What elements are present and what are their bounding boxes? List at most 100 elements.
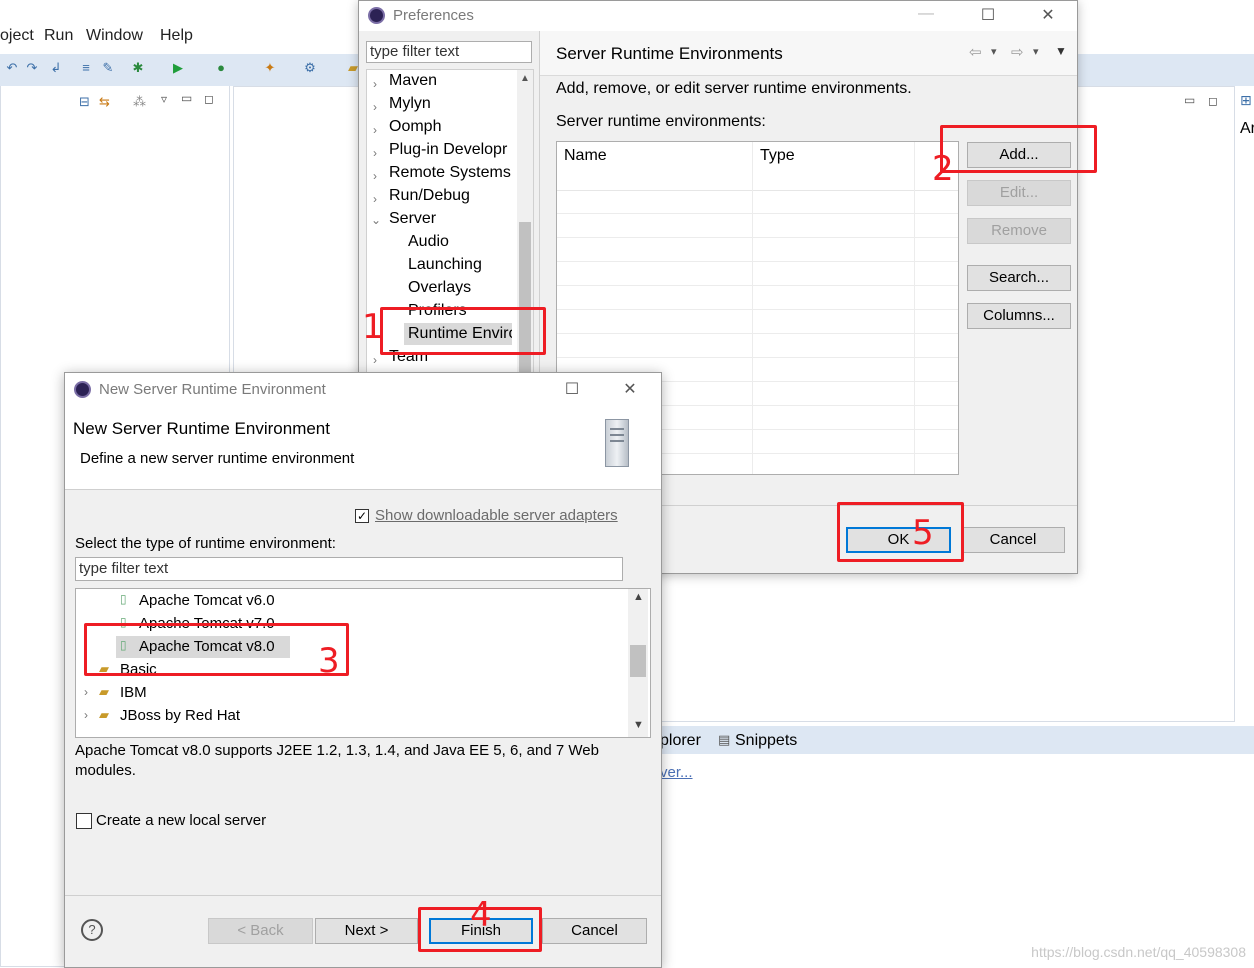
annotation-number-4: 4 — [470, 895, 492, 935]
show-adapters-checkbox[interactable]: ✓ — [355, 509, 369, 523]
back-arrow-icon[interactable]: ⇦ — [969, 43, 982, 61]
annotation-number-5: 5 — [912, 513, 934, 553]
maximize-icon[interactable]: ☐ — [557, 379, 587, 399]
preferences-cancel-button[interactable]: Cancel — [961, 527, 1065, 553]
tree-item-server[interactable]: Server — [389, 210, 436, 228]
chevron-right-icon[interactable]: › — [84, 708, 88, 722]
redo-icon[interactable]: ↷ — [24, 60, 40, 76]
help-icon[interactable]: ? — [81, 919, 103, 941]
toolbar-list-icon[interactable]: ≡ — [78, 60, 94, 76]
chevron-right-icon[interactable]: › — [373, 169, 377, 183]
annotation-box-2 — [940, 125, 1097, 173]
tree-item-oomph[interactable]: Oomph — [389, 118, 441, 136]
editor-maximize-icon[interactable]: ◻ — [1208, 94, 1218, 108]
show-adapters-link[interactable]: Show downloadable server adapters — [375, 507, 618, 524]
list-item-tomcat-6[interactable]: Apache Tomcat v6.0 — [139, 592, 275, 609]
runtime-table-label: Server runtime environments: — [556, 113, 766, 130]
toolbar-edit-icon[interactable]: ✎ — [100, 60, 116, 76]
collapse-all-icon[interactable]: ⊟ — [79, 94, 90, 110]
list-scroll-thumb[interactable] — [630, 645, 646, 677]
tree-item-plugin-development[interactable]: Plug-in Developr — [389, 141, 511, 159]
undo-icon[interactable]: ↶ — [4, 60, 20, 76]
chevron-right-icon[interactable]: › — [373, 353, 377, 367]
tree-item-run-debug[interactable]: Run/Debug — [389, 187, 470, 205]
column-name[interactable]: Name — [564, 147, 607, 165]
maximize-view-icon[interactable]: ◻ — [204, 92, 214, 106]
tree-item-overlays[interactable]: Overlays — [408, 279, 471, 297]
scroll-up-icon[interactable]: ▲ — [520, 73, 530, 84]
forward-menu-icon[interactable]: ▾ — [1033, 45, 1039, 58]
tree-item-maven[interactable]: Maven — [389, 72, 437, 90]
annotation-number-2: 2 — [932, 149, 954, 189]
outline-icon[interactable]: ⊞ — [1240, 92, 1252, 109]
annotation-box-5 — [837, 502, 964, 562]
minimize-view-icon[interactable]: ▭ — [181, 91, 192, 105]
forward-arrow-icon[interactable]: ⇨ — [1011, 43, 1024, 61]
tree-item-launching[interactable]: Launching — [408, 256, 482, 274]
minimize-icon[interactable]: — — [911, 5, 941, 23]
chevron-right-icon[interactable]: › — [84, 685, 88, 699]
tree-item-mylyn[interactable]: Mylyn — [389, 95, 431, 113]
close-icon[interactable]: ✕ — [1033, 5, 1063, 25]
table-header — [557, 142, 958, 191]
debug-icon[interactable]: ✱ — [130, 60, 146, 76]
menubar: oject Run Window Help — [0, 22, 360, 50]
new-wizard-icon[interactable]: ✦ — [262, 60, 278, 76]
columns-button[interactable]: Columns... — [967, 303, 1071, 329]
scroll-down-icon[interactable]: ▼ — [633, 719, 644, 731]
back-menu-icon[interactable]: ▾ — [991, 45, 997, 58]
create-local-server-checkbox[interactable] — [76, 813, 92, 829]
chevron-right-icon[interactable]: › — [373, 100, 377, 114]
menu-run[interactable]: Run — [44, 27, 73, 45]
remove-button[interactable]: Remove — [967, 218, 1071, 244]
annotation-number-3: 3 — [318, 641, 340, 681]
page-menu-icon[interactable]: ▼ — [1055, 44, 1067, 58]
tree-item-remote-systems[interactable]: Remote Systems — [389, 164, 511, 182]
nav-icon[interactable]: ↲ — [48, 60, 64, 76]
watermark: https://blog.csdn.net/qq_40598308 — [1031, 944, 1246, 960]
new-java-icon[interactable]: ⚙ — [302, 60, 318, 76]
folder-icon: ▰ — [99, 684, 109, 699]
chevron-right-icon[interactable]: › — [373, 146, 377, 160]
page-title: Server Runtime Environments — [556, 44, 783, 63]
menu-project[interactable]: oject — [0, 27, 34, 45]
wizard-subheading: Define a new server runtime environment — [80, 450, 355, 467]
tree-item-audio[interactable]: Audio — [408, 233, 449, 251]
link-editor-icon[interactable]: ⇆ — [99, 94, 110, 110]
runtime-filter-input[interactable]: type filter text — [75, 557, 623, 581]
annotation-number-1: 1 — [362, 307, 384, 347]
edit-button[interactable]: Edit... — [967, 180, 1071, 206]
editor-minimize-icon[interactable]: ▭ — [1184, 93, 1195, 107]
column-type[interactable]: Type — [760, 147, 795, 165]
annotation-box-3 — [84, 623, 349, 676]
create-local-server-label[interactable]: Create a new local server — [96, 812, 266, 829]
run-icon[interactable]: ▶ — [170, 60, 186, 76]
external-tools-icon[interactable]: ● — [213, 60, 229, 76]
close-icon[interactable]: ✕ — [615, 379, 645, 399]
view-menu-icon[interactable]: ▿ — [161, 92, 167, 106]
chevron-right-icon[interactable]: › — [373, 77, 377, 91]
chevron-right-icon[interactable]: › — [373, 123, 377, 137]
list-scrollbar[interactable]: ▲ ▼ — [628, 589, 648, 737]
runtime-description: Apache Tomcat v8.0 supports J2EE 1.2, 1.… — [75, 742, 599, 779]
create-server-link[interactable]: ver... — [660, 764, 693, 781]
new-server-titlebar: New Server Runtime Environment ☐ ✕ — [65, 373, 661, 407]
filters-icon[interactable]: ⁂ — [133, 94, 146, 110]
server-banner-icon — [605, 419, 629, 467]
new-server-cancel-button[interactable]: Cancel — [542, 918, 647, 944]
chevron-down-icon[interactable]: ⌄ — [371, 213, 381, 227]
tab-explorer[interactable]: plorer — [660, 732, 701, 750]
next-button[interactable]: Next > — [315, 918, 418, 944]
tab-snippets[interactable]: Snippets — [735, 732, 797, 750]
chevron-right-icon[interactable]: › — [373, 192, 377, 206]
maximize-icon[interactable]: ☐ — [973, 5, 1003, 25]
list-item-jboss[interactable]: JBoss by Red Hat — [120, 707, 240, 724]
scroll-up-icon[interactable]: ▲ — [633, 591, 644, 603]
search-button[interactable]: Search... — [967, 265, 1071, 291]
back-button[interactable]: < Back — [208, 918, 313, 944]
page-description: Add, remove, or edit server runtime envi… — [556, 80, 912, 97]
preferences-filter-input[interactable]: type filter text — [366, 41, 532, 63]
menu-window[interactable]: Window — [86, 27, 143, 45]
list-item-ibm[interactable]: IBM — [120, 684, 147, 701]
menu-help[interactable]: Help — [160, 27, 193, 45]
